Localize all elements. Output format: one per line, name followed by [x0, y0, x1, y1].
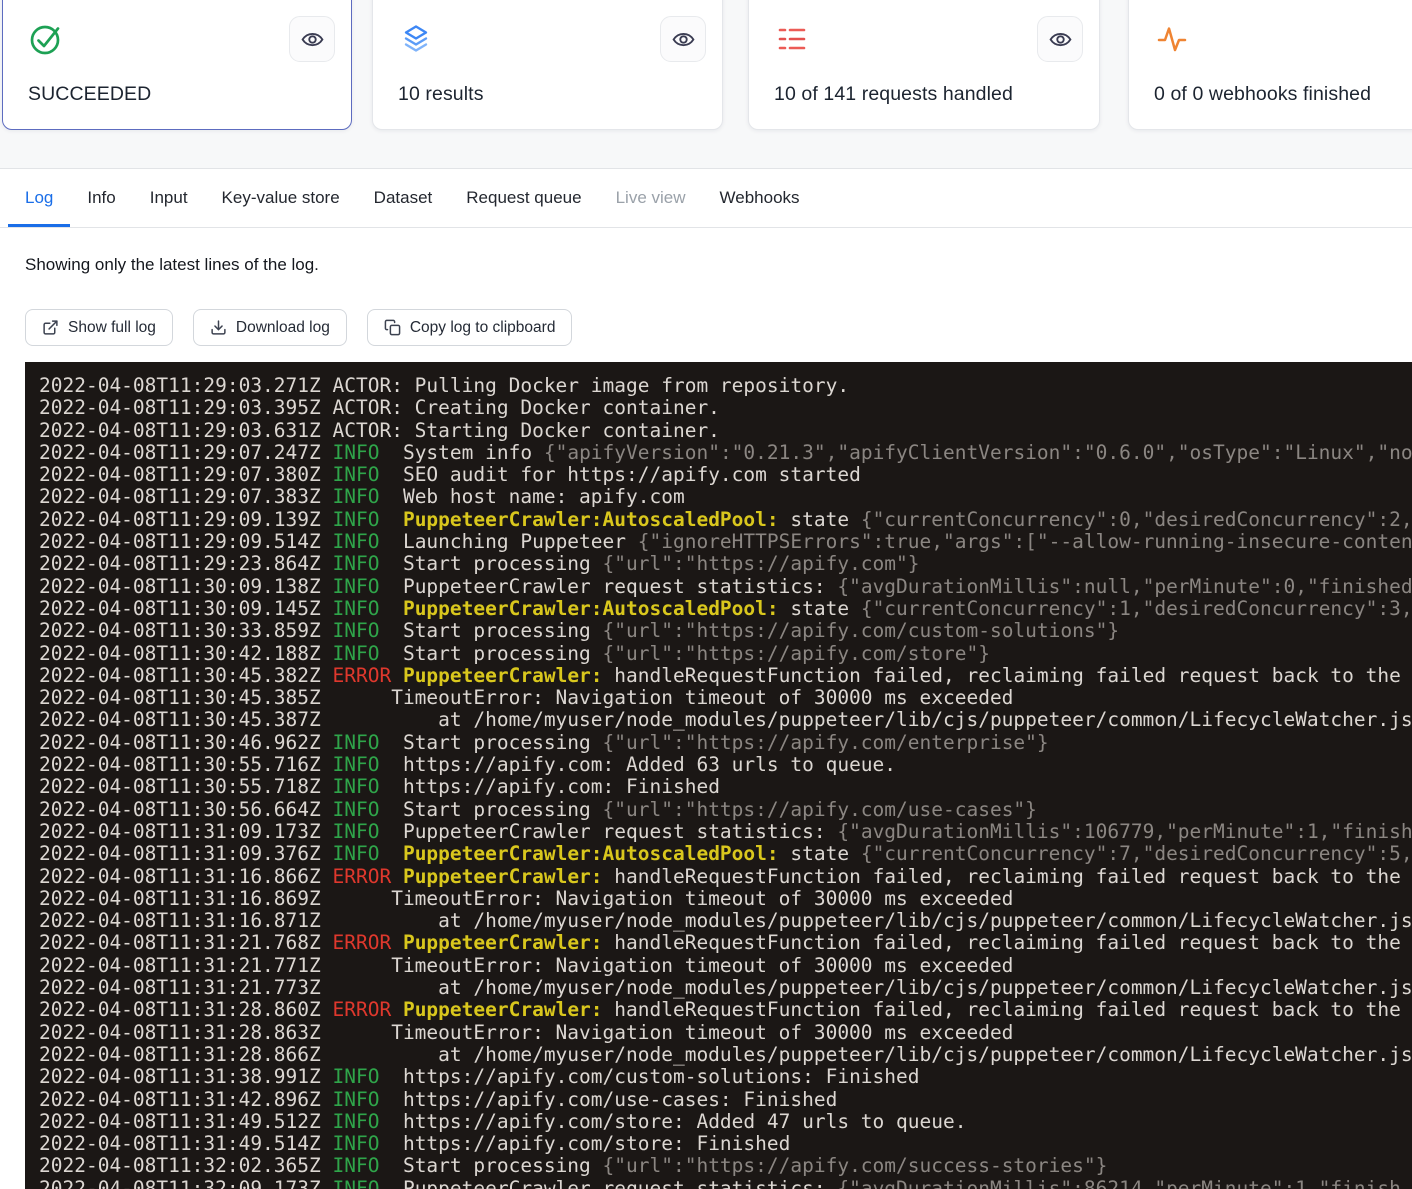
log-line: 2022-04-08T11:30:42.188Z INFO Start proc…: [39, 643, 1412, 665]
log-line: 2022-04-08T11:29:07.383Z INFO Web host n…: [39, 486, 1412, 508]
download-log-label: Download log: [236, 319, 330, 337]
log-line: 2022-04-08T11:29:07.247Z INFO System inf…: [39, 442, 1412, 464]
download-icon: [210, 319, 227, 336]
card-results[interactable]: 10 results: [372, 0, 723, 130]
log-line: 2022-04-08T11:29:09.514Z INFO Launching …: [39, 531, 1412, 553]
log-line: 2022-04-08T11:32:02.365Z INFO Start proc…: [39, 1155, 1412, 1177]
log-line: 2022-04-08T11:29:07.380Z INFO SEO audit …: [39, 464, 1412, 486]
log-line: 2022-04-08T11:31:49.512Z INFO https://ap…: [39, 1111, 1412, 1133]
log-line: 2022-04-08T11:30:56.664Z INFO Start proc…: [39, 799, 1412, 821]
log-line: 2022-04-08T11:31:09.173Z INFO PuppeteerC…: [39, 821, 1412, 843]
log-actions: Show full log Download log Copy log to c…: [25, 309, 572, 346]
log-notice: Showing only the latest lines of the log…: [25, 255, 319, 275]
log-line: 2022-04-08T11:31:21.771Z TimeoutError: N…: [39, 955, 1412, 977]
log-line: 2022-04-08T11:29:03.631Z ACTOR: Starting…: [39, 420, 1412, 442]
tab-key-value-store[interactable]: Key-value store: [205, 169, 357, 227]
check-circle-icon: [28, 21, 64, 57]
log-line: 2022-04-08T11:30:45.387Z at /home/myuser…: [39, 709, 1412, 731]
list-icon: [774, 21, 810, 57]
log-line: 2022-04-08T11:30:09.138Z INFO PuppeteerC…: [39, 576, 1412, 598]
log-line: 2022-04-08T11:31:28.860Z ERROR Puppeteer…: [39, 999, 1412, 1021]
copy-icon: [384, 319, 401, 336]
card-run-status[interactable]: SUCCEEDED: [2, 0, 352, 130]
tab-live-view: Live view: [599, 169, 703, 227]
webhooks-finished: 0 of 0 webhooks finished: [1154, 83, 1371, 106]
status-cards-strip: SUCCEEDED 10 results: [0, 0, 1412, 168]
log-line: 2022-04-08T11:31:16.871Z at /home/myuser…: [39, 910, 1412, 932]
layers-icon: [398, 21, 434, 57]
show-full-log-button[interactable]: Show full log: [25, 309, 173, 346]
run-detail-tabs: LogInfoInputKey-value storeDatasetReques…: [0, 168, 1412, 228]
show-full-log-label: Show full log: [68, 319, 156, 337]
log-line: 2022-04-08T11:31:16.869Z TimeoutError: N…: [39, 888, 1412, 910]
log-line: 2022-04-08T11:30:45.382Z ERROR Puppeteer…: [39, 665, 1412, 687]
tab-webhooks[interactable]: Webhooks: [703, 169, 817, 227]
log-line: 2022-04-08T11:30:09.145Z INFO PuppeteerC…: [39, 598, 1412, 620]
tab-request-queue[interactable]: Request queue: [449, 169, 598, 227]
tab-dataset[interactable]: Dataset: [357, 169, 450, 227]
eye-button[interactable]: [660, 16, 706, 62]
eye-icon: [300, 27, 325, 52]
log-line: 2022-04-08T11:30:33.859Z INFO Start proc…: [39, 620, 1412, 642]
log-line: 2022-04-08T11:30:55.718Z INFO https://ap…: [39, 776, 1412, 798]
log-line: 2022-04-08T11:31:21.768Z ERROR Puppeteer…: [39, 932, 1412, 954]
card-webhooks[interactable]: 0 of 0 webhooks finished: [1128, 0, 1412, 130]
log-terminal[interactable]: 2022-04-08T11:29:03.271Z ACTOR: Pulling …: [25, 362, 1412, 1189]
eye-button[interactable]: [1037, 16, 1083, 62]
requests-handled: 10 of 141 requests handled: [774, 83, 1013, 106]
activity-icon: [1154, 21, 1190, 57]
log-line: 2022-04-08T11:31:21.773Z at /home/myuser…: [39, 977, 1412, 999]
results-count: 10 results: [398, 83, 484, 106]
eye-icon: [1048, 27, 1073, 52]
log-line: 2022-04-08T11:31:16.866Z ERROR Puppeteer…: [39, 866, 1412, 888]
tab-log[interactable]: Log: [8, 169, 70, 227]
external-link-icon: [42, 319, 59, 336]
log-line: 2022-04-08T11:29:09.139Z INFO PuppeteerC…: [39, 509, 1412, 531]
log-line: 2022-04-08T11:31:42.896Z INFO https://ap…: [39, 1089, 1412, 1111]
log-line: 2022-04-08T11:29:03.395Z ACTOR: Creating…: [39, 397, 1412, 419]
card-requests[interactable]: 10 of 141 requests handled: [748, 0, 1100, 130]
copy-log-label: Copy log to clipboard: [410, 319, 556, 337]
log-line: 2022-04-08T11:31:28.866Z at /home/myuser…: [39, 1044, 1412, 1066]
log-line: 2022-04-08T11:32:09.173Z INFO PuppeteerC…: [39, 1178, 1412, 1189]
log-line: 2022-04-08T11:31:28.863Z TimeoutError: N…: [39, 1022, 1412, 1044]
log-line: 2022-04-08T11:30:45.385Z TimeoutError: N…: [39, 687, 1412, 709]
copy-log-button[interactable]: Copy log to clipboard: [367, 309, 573, 346]
download-log-button[interactable]: Download log: [193, 309, 347, 346]
log-line: 2022-04-08T11:30:46.962Z INFO Start proc…: [39, 732, 1412, 754]
eye-icon: [671, 27, 696, 52]
log-line: 2022-04-08T11:31:49.514Z INFO https://ap…: [39, 1133, 1412, 1155]
log-line: 2022-04-08T11:29:23.864Z INFO Start proc…: [39, 553, 1412, 575]
log-line: 2022-04-08T11:31:09.376Z INFO PuppeteerC…: [39, 843, 1412, 865]
tab-info[interactable]: Info: [70, 169, 132, 227]
run-status-value: SUCCEEDED: [28, 83, 151, 106]
eye-button[interactable]: [289, 16, 335, 62]
tab-input[interactable]: Input: [133, 169, 205, 227]
log-line: 2022-04-08T11:31:38.991Z INFO https://ap…: [39, 1066, 1412, 1088]
log-line: 2022-04-08T11:29:03.271Z ACTOR: Pulling …: [39, 375, 1412, 397]
log-line: 2022-04-08T11:30:55.716Z INFO https://ap…: [39, 754, 1412, 776]
